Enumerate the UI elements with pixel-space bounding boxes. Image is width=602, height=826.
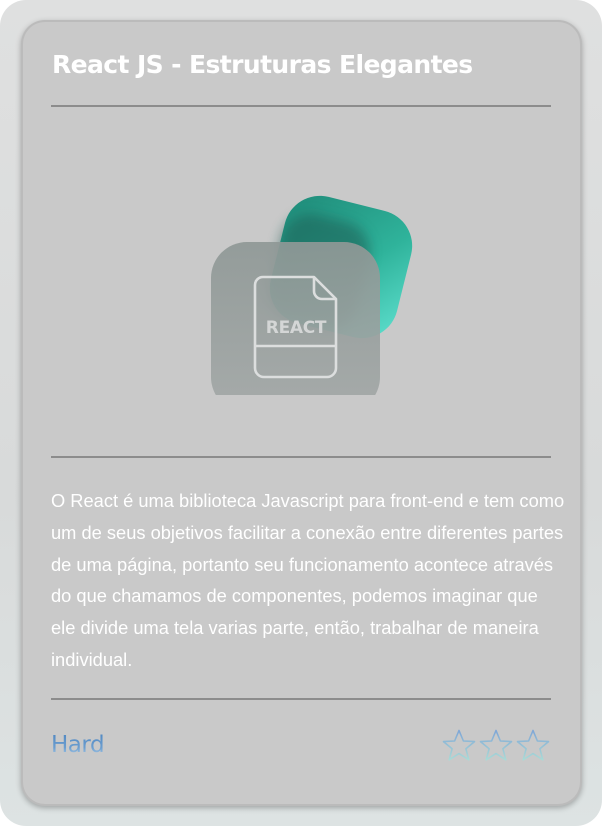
- react-logo: REACT: [189, 170, 414, 395]
- divider-top: [51, 105, 551, 107]
- rating-stars[interactable]: [441, 728, 551, 764]
- react-file-icon: REACT: [211, 195, 413, 395]
- star-outline-icon[interactable]: [441, 728, 477, 764]
- star-outline-icon[interactable]: [478, 728, 514, 764]
- card-frame: React JS - Estruturas Elegantes REACT O …: [0, 0, 602, 826]
- card-description: O React é uma biblioteca Javascript para…: [51, 490, 565, 670]
- course-card[interactable]: React JS - Estruturas Elegantes REACT O …: [21, 20, 582, 806]
- star-outline-icon[interactable]: [515, 728, 551, 764]
- logo-label: REACT: [266, 318, 327, 338]
- difficulty-label[interactable]: Hard: [51, 732, 105, 758]
- divider-bottom: [51, 698, 551, 700]
- card-title: React JS - Estruturas Elegantes: [52, 50, 473, 79]
- divider-middle: [51, 456, 551, 458]
